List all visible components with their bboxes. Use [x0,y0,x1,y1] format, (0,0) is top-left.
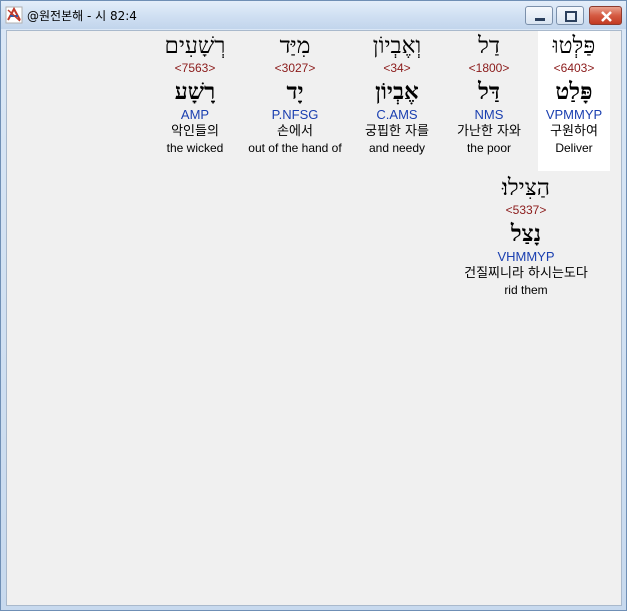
lemma-word: דַּל [478,78,500,105]
strong-number[interactable]: <6403> [554,61,595,77]
english-gloss: Deliver [555,141,593,155]
hebrew-word: מִיַּד [279,33,311,59]
hebrew-word: פַּלְּטוּ [552,33,596,59]
korean-gloss: 구원하여 [550,124,598,139]
interlinear-panel[interactable]: פַּלְּטוּ <6403> פָּלַט VPMMYP 구원하여 Deli… [6,30,622,606]
hebrew-word: וְאֶבְיוֹן [372,33,422,59]
korean-gloss: 손에서 [277,124,313,139]
parse-code: VPMMYP [545,107,603,122]
english-gloss: the poor [466,141,512,155]
strong-number[interactable]: <5337> [506,203,547,219]
parse-code: AMP [180,107,210,122]
word-column[interactable]: הַצִּילוּ׃ <5337> נָצַל VHMMYP 건질찌니라 하시는… [441,173,611,298]
parse-code: VHMMYP [497,249,555,264]
korean-gloss: 악인들의 [171,124,219,139]
word-column[interactable]: פַּלְּטוּ <6403> פָּלַט VPMMYP 구원하여 Deli… [538,31,610,171]
english-gloss: and needy [368,141,426,155]
lemma-word: יָד [286,78,304,105]
hebrew-word: רְשָׁעִים [164,33,226,59]
close-button[interactable] [589,6,622,25]
parse-code: C.AMS [376,107,418,122]
minimize-button[interactable] [525,6,553,25]
app-logo-icon [5,6,23,24]
hebrew-word: דַל [478,33,500,59]
strong-number[interactable]: <1800> [469,61,510,77]
lemma-word: רָשָׁע [174,78,216,105]
word-column[interactable]: רְשָׁעִים <7563> רָשָׁע AMP 악인들의 the wic… [159,31,231,156]
maximize-icon [565,11,577,22]
word-column[interactable]: דַל <1800> דַּל NMS 가난한 자와 the poor [453,31,525,156]
english-gloss: the wicked [166,141,224,155]
word-column[interactable]: וְאֶבְיוֹן <34> אֶבְיוֹן C.AMS 궁핍한 자를 an… [357,31,437,156]
korean-gloss: 가난한 자와 [457,124,521,139]
parse-code: P.NFSG [271,107,319,122]
korean-gloss: 건질찌니라 하시는도다 [464,266,588,281]
minimize-icon [535,18,545,21]
strong-number[interactable]: <3027> [275,61,316,77]
lemma-word: נָצַל [510,220,542,247]
lemma-word: אֶבְיוֹן [375,78,419,105]
word-column[interactable]: מִיַּד <3027> יָד P.NFSG 손에서 out of the … [241,31,349,156]
window-title: @원전본해 - 시 82:4 [27,9,137,23]
english-gloss: out of the hand of [248,141,342,155]
close-icon [601,11,612,22]
strong-number[interactable]: <34> [383,61,410,77]
title-bar[interactable]: @원전본해 - 시 82:4 [1,1,626,29]
strong-number[interactable]: <7563> [175,61,216,77]
parse-code: NMS [474,107,504,122]
english-gloss: rid them [504,283,548,297]
hebrew-word: הַצִּילוּ׃ [502,175,550,201]
korean-gloss: 궁핍한 자를 [365,124,429,139]
maximize-button[interactable] [556,6,584,25]
app-window: @원전본해 - 시 82:4 פַּלְּטוּ <6403> פָּלַט V… [0,0,627,611]
lemma-word: פָּלַט [555,78,593,105]
